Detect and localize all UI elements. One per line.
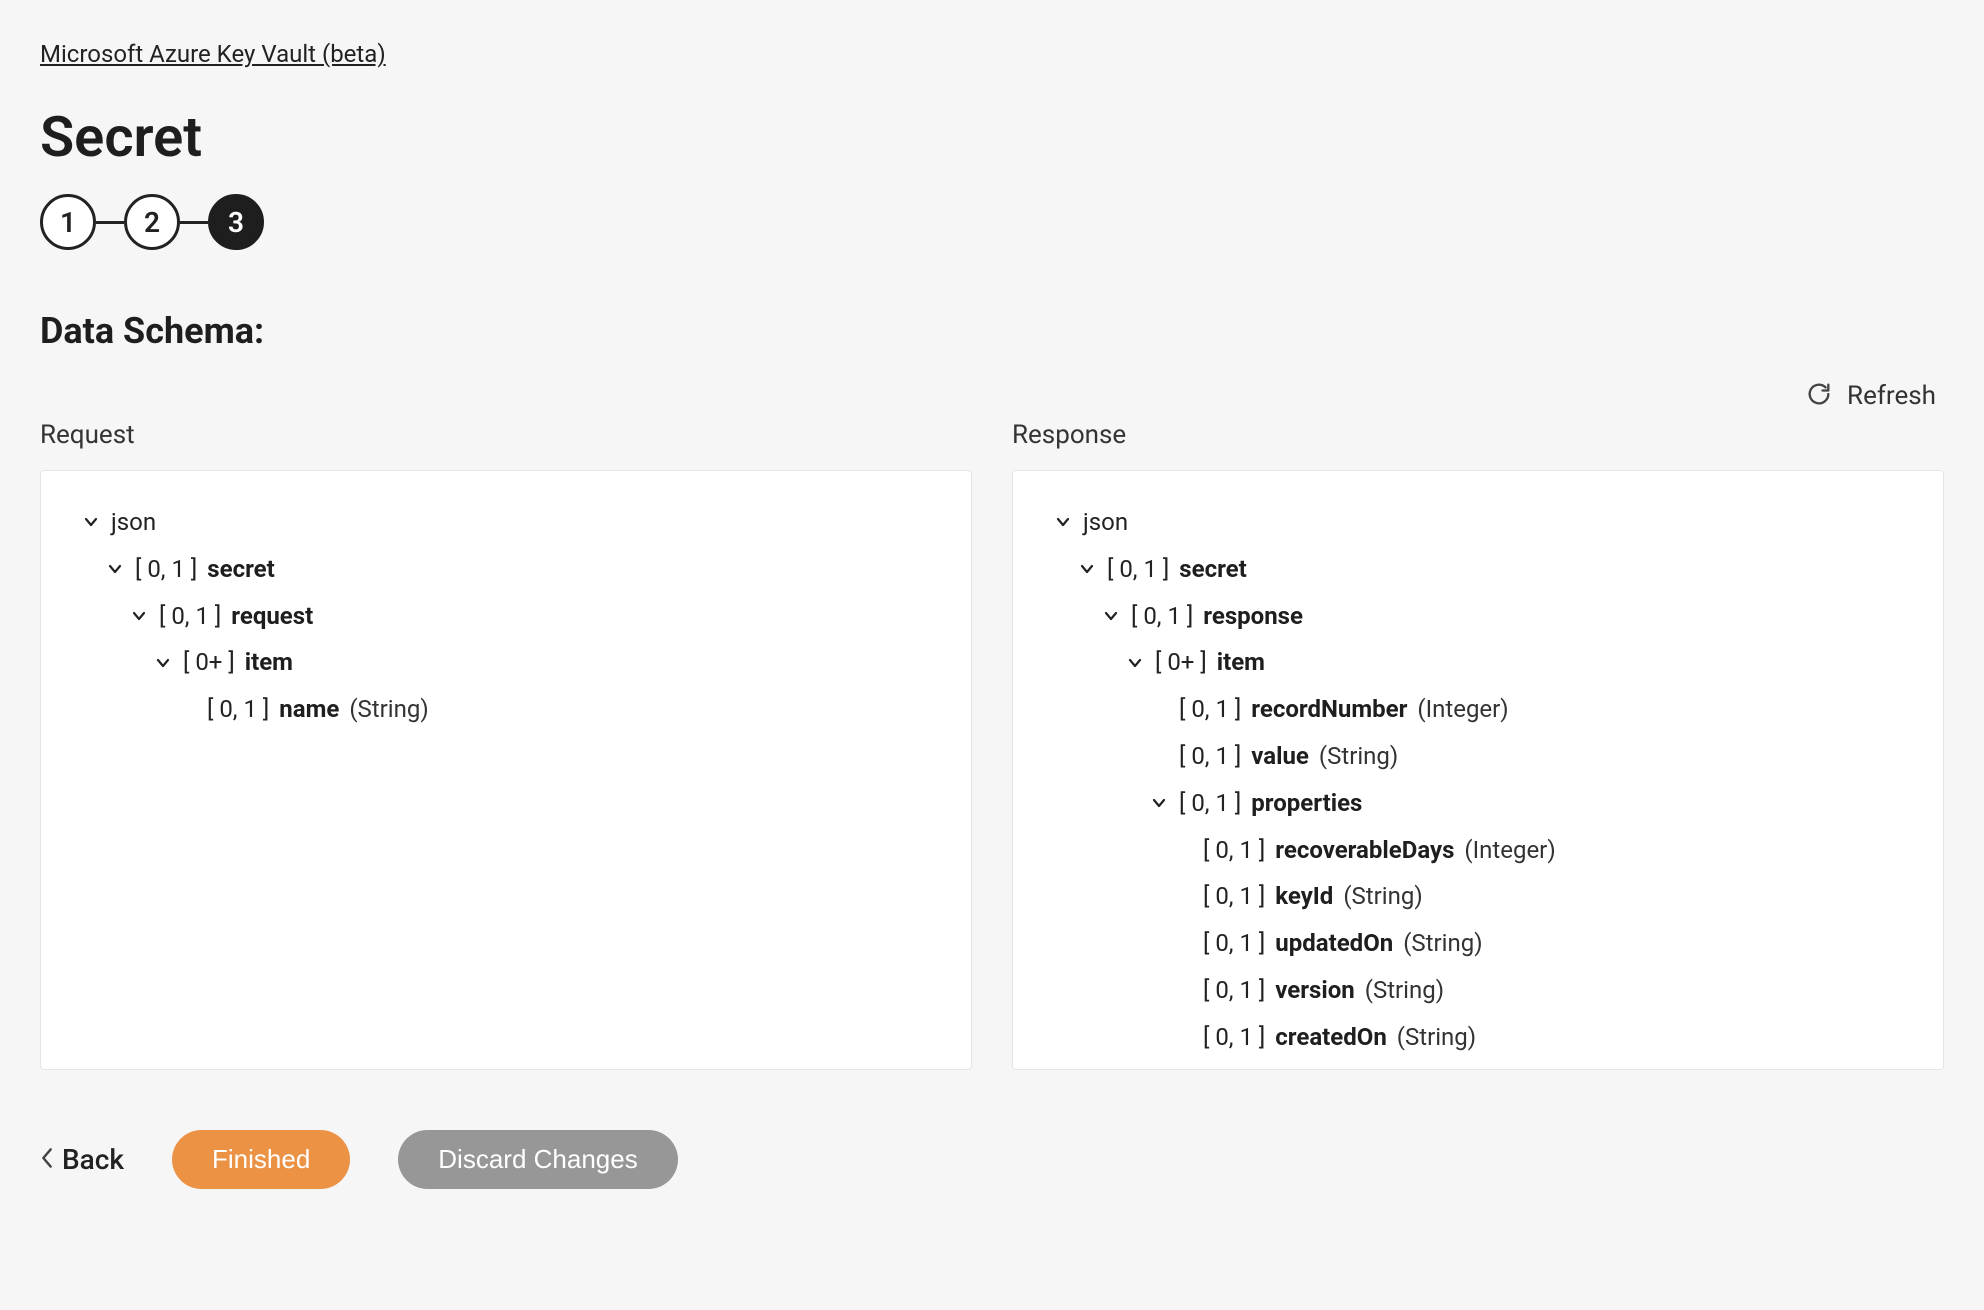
tree-node-cardinality: [ 0+ ] <box>1155 639 1207 686</box>
tree-node-cardinality: [ 0, 1 ] <box>1203 827 1265 874</box>
chevron-left-icon <box>40 1143 54 1176</box>
finished-button[interactable]: Finished <box>172 1130 350 1189</box>
tree-node-type: (String) <box>1319 733 1398 780</box>
tree-node-name: recoverableDays <box>1275 827 1454 874</box>
back-label: Back <box>62 1143 124 1176</box>
tree-node-type: (String) <box>349 686 428 733</box>
tree-node-type: (String) <box>1397 1014 1476 1061</box>
tree-row[interactable]: [ 0, 1 ] request <box>81 593 943 640</box>
tree-node-type: (Integer) <box>1417 686 1508 733</box>
tree-node-cardinality: [ 0+ ] <box>183 639 235 686</box>
tree-row[interactable]: [ 0+ ] item <box>1053 639 1915 686</box>
response-panel: json[ 0, 1 ] secret[ 0, 1 ] response[ 0+… <box>1012 470 1944 1070</box>
tree-node-label: json <box>1083 499 1128 546</box>
tree-row: [ 0, 1 ] name (String) <box>81 686 943 733</box>
tree-node-cardinality: [ 0, 1 ] <box>1203 1014 1265 1061</box>
chevron-down-icon[interactable] <box>81 513 101 531</box>
request-panel: json[ 0, 1 ] secret[ 0, 1 ] request[ 0+ … <box>40 470 972 1070</box>
tree-node-name: properties <box>1251 780 1362 827</box>
chevron-down-icon[interactable] <box>153 654 173 672</box>
tree-node-cardinality: [ 0, 1 ] <box>1179 686 1241 733</box>
tree-row[interactable]: [ 0+ ] item <box>81 639 943 686</box>
tree-row: [ 0, 1 ] keyId (String) <box>1053 873 1915 920</box>
chevron-down-icon[interactable] <box>105 560 125 578</box>
tree-node-label: json <box>111 499 156 546</box>
chevron-down-icon[interactable] <box>1053 513 1073 531</box>
tree-node-name: response <box>1203 593 1303 640</box>
tree-node-type: (Integer) <box>1464 827 1555 874</box>
step-connector <box>96 221 124 224</box>
refresh-icon <box>1805 380 1833 412</box>
tree-node-name: name <box>279 686 339 733</box>
page-title: Secret <box>40 104 1944 170</box>
tree-row[interactable]: [ 0, 1 ] response <box>1053 593 1915 640</box>
tree-row[interactable]: [ 0, 1 ] secret <box>81 546 943 593</box>
tree-node-cardinality: [ 0, 1 ] <box>1179 733 1241 780</box>
tree-node-cardinality: [ 0, 1 ] <box>1203 920 1265 967</box>
tree-node-name: version <box>1275 967 1354 1014</box>
tree-row: [ 0, 1 ] createdOn (String) <box>1053 1014 1915 1061</box>
tree-row: [ 0, 1 ] value (String) <box>1053 733 1915 780</box>
tree-node-name: item <box>245 639 293 686</box>
tree-node-name: request <box>231 593 313 640</box>
tree-node-type: (String) <box>1403 920 1482 967</box>
breadcrumb[interactable]: Microsoft Azure Key Vault (beta) <box>40 40 386 68</box>
tree-node-name: secret <box>1179 546 1246 593</box>
tree-row: [ 0, 1 ] version (String) <box>1053 967 1915 1014</box>
tree-node-name: updatedOn <box>1275 920 1393 967</box>
step-connector <box>180 221 208 224</box>
tree-node-cardinality: [ 0, 1 ] <box>159 593 221 640</box>
chevron-down-icon[interactable] <box>1101 607 1121 625</box>
back-button[interactable]: Back <box>40 1143 124 1176</box>
stepper: 123 <box>40 194 1944 250</box>
tree-node-type: (String) <box>1365 967 1444 1014</box>
tree-node-name: secret <box>207 546 274 593</box>
chevron-down-icon[interactable] <box>1125 654 1145 672</box>
step-2[interactable]: 2 <box>124 194 180 250</box>
section-title: Data Schema: <box>40 310 1944 352</box>
tree-row: [ 0, 1 ] updatedOn (String) <box>1053 920 1915 967</box>
tree-node-name: createdOn <box>1275 1014 1386 1061</box>
response-panel-title: Response <box>1012 420 1944 450</box>
tree-row[interactable]: json <box>81 499 943 546</box>
tree-node-name: keyId <box>1275 873 1333 920</box>
tree-node-cardinality: [ 0, 1 ] <box>1179 780 1241 827</box>
tree-node-cardinality: [ 0, 1 ] <box>1203 967 1265 1014</box>
tree-node-cardinality: [ 0, 1 ] <box>1203 873 1265 920</box>
tree-node-name: item <box>1217 639 1265 686</box>
request-panel-title: Request <box>40 420 972 450</box>
tree-row[interactable]: json <box>1053 499 1915 546</box>
discard-changes-button[interactable]: Discard Changes <box>398 1130 677 1189</box>
tree-node-type: (String) <box>1343 873 1422 920</box>
step-1[interactable]: 1 <box>40 194 96 250</box>
tree-node-cardinality: [ 0, 1 ] <box>207 686 269 733</box>
tree-row[interactable]: [ 0, 1 ] properties <box>1053 780 1915 827</box>
tree-node-cardinality: [ 0, 1 ] <box>135 546 197 593</box>
tree-row: [ 0, 1 ] recoverableDays (Integer) <box>1053 827 1915 874</box>
tree-row[interactable]: [ 0, 1 ] secret <box>1053 546 1915 593</box>
step-3[interactable]: 3 <box>208 194 264 250</box>
refresh-label: Refresh <box>1847 381 1936 411</box>
chevron-down-icon[interactable] <box>1077 560 1097 578</box>
tree-node-name: value <box>1251 733 1309 780</box>
tree-node-name: recordNumber <box>1251 686 1407 733</box>
tree-node-cardinality: [ 0, 1 ] <box>1107 546 1169 593</box>
chevron-down-icon[interactable] <box>129 607 149 625</box>
tree-row: [ 0, 1 ] recordNumber (Integer) <box>1053 686 1915 733</box>
refresh-button[interactable]: Refresh <box>40 380 1944 412</box>
tree-node-cardinality: [ 0, 1 ] <box>1131 593 1193 640</box>
chevron-down-icon[interactable] <box>1149 794 1169 812</box>
